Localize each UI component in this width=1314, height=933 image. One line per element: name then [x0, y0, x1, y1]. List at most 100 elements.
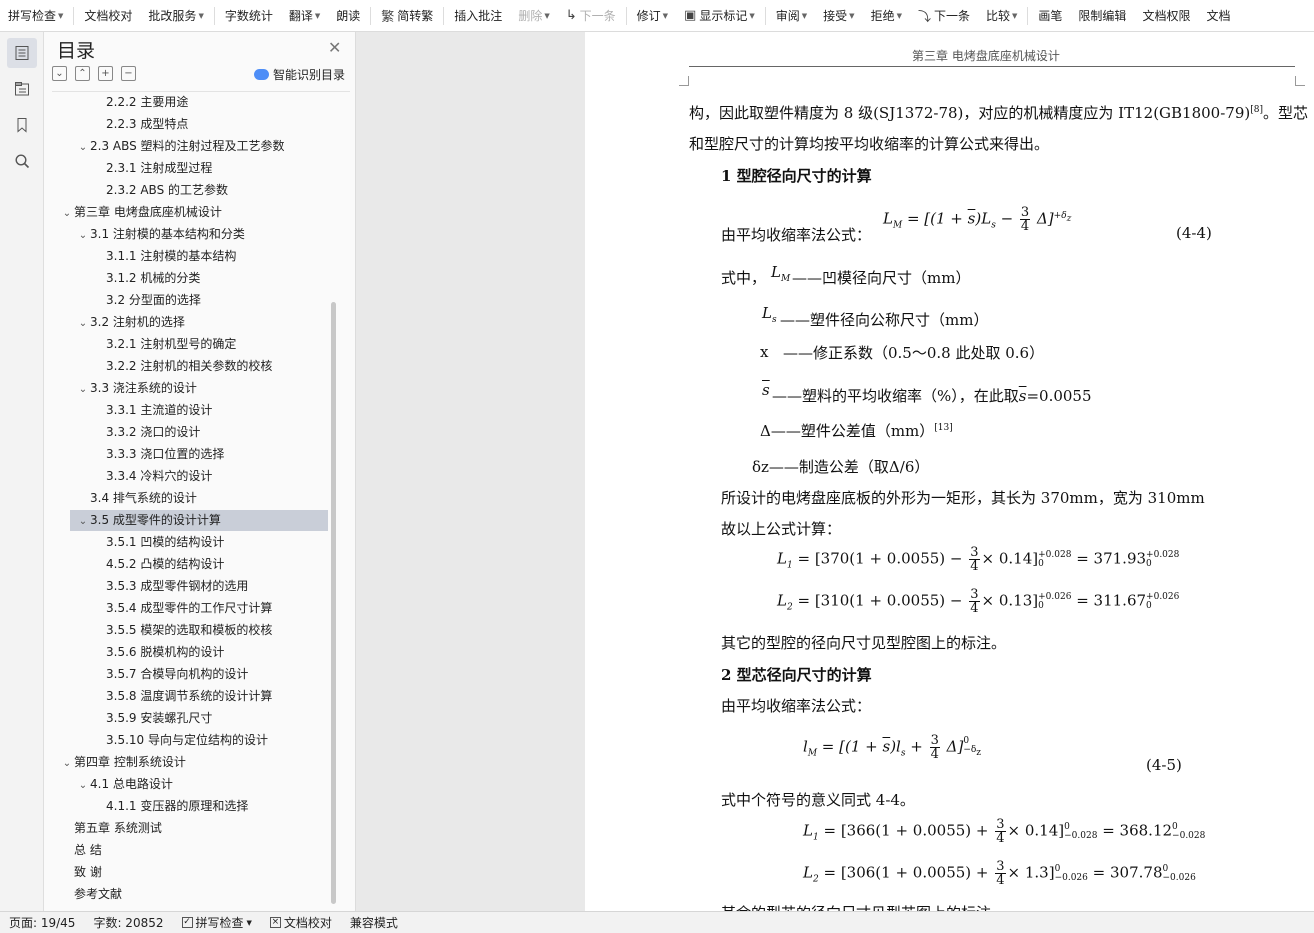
- toolbar-button[interactable]: 拼写检查 ▼: [0, 0, 71, 31]
- toc-item-label: 3.2.2 注射机的相关参数的校核: [106, 359, 273, 373]
- toc-item[interactable]: 3.5.4 成型零件的工作尺寸计算: [52, 598, 272, 619]
- formula-text: = 307.78: [1092, 863, 1163, 882]
- toc-item[interactable]: 致 谢: [52, 862, 102, 883]
- checkbox-icon: ✓: [181, 917, 193, 928]
- symbol-x: x: [760, 343, 769, 361]
- toolbar-label: 限制编辑: [1078, 9, 1127, 23]
- chevron-down-icon[interactable]: ⌄: [60, 753, 74, 774]
- toc-item[interactable]: 3.2.1 注射机型号的确定: [52, 334, 236, 355]
- toc-icon[interactable]: [6, 38, 37, 68]
- toolbar-button[interactable]: 文档: [1198, 0, 1238, 31]
- toolbar-label: 修订: [636, 9, 661, 23]
- expand-all-button[interactable]: ⌃: [75, 66, 90, 81]
- toc-item[interactable]: 2.3.2 ABS 的工艺参数: [52, 180, 228, 201]
- toolbar-button[interactable]: 修订 ▼: [629, 0, 676, 31]
- toc-item[interactable]: 3.5.8 温度调节系统的设计计算: [52, 686, 272, 707]
- toc-item[interactable]: 3.5.5 模架的选取和模板的校核: [52, 620, 272, 641]
- toolbar-button[interactable]: 文档权限: [1134, 0, 1198, 31]
- chevron-down-icon[interactable]: ⌄: [76, 313, 90, 334]
- toc-item[interactable]: ⌄ 4.1 总电路设计: [52, 774, 173, 795]
- toolbar-button[interactable]: 比较 ▼: [978, 0, 1025, 31]
- toc-item[interactable]: 4.5.2 凸模的结构设计: [52, 554, 224, 575]
- toolbar-button[interactable]: 文档校对: [76, 0, 140, 31]
- remove-heading-button[interactable]: −: [121, 66, 136, 81]
- paragraph-line: 由平均收缩率法公式：: [721, 697, 872, 715]
- toc-item-label: 3.1.2 机械的分类: [106, 271, 201, 285]
- toolbar-button[interactable]: 繁简转繁: [373, 0, 441, 31]
- toc-item[interactable]: 2.2.2 主要用途: [52, 92, 188, 113]
- toc-item[interactable]: 3.1.1 注射模的基本结构: [52, 246, 236, 267]
- chevron-down-icon[interactable]: ⌄: [76, 379, 90, 400]
- toc-item[interactable]: ⌄ 3.5 成型零件的设计计算: [70, 510, 328, 531]
- formula-L1-cavity: L1 = [370(1 + 0.0055) − 3 4 × 0.14] +0.028 0…: [777, 545, 1180, 574]
- document-page[interactable]: 第三章 电烤盘底座机械设计 构，因此取塑件精度为 8 级(SJ1372-78)，…: [585, 32, 1314, 911]
- toc-item[interactable]: 3.2.2 注射机的相关参数的校核: [52, 356, 272, 377]
- toc-item[interactable]: 3.5.6 脱模机构的设计: [52, 642, 224, 663]
- toc-item[interactable]: 第五章 系统测试: [52, 818, 162, 839]
- toc-item[interactable]: 3.2 分型面的选择: [52, 290, 201, 311]
- chevron-down-icon[interactable]: ⌄: [76, 225, 90, 246]
- toc-scrollbar[interactable]: [331, 302, 336, 904]
- toc-item[interactable]: 总 结: [52, 840, 102, 861]
- toc-item[interactable]: 4.1.1 变压器的原理和选择: [52, 796, 248, 817]
- toc-item[interactable]: 3.4 排气系统的设计: [52, 488, 197, 509]
- toolbar-button[interactable]: 插入批注: [446, 0, 510, 31]
- paragraph-line: 其余的型芯的径向尺寸见型芯图上的标注: [721, 902, 991, 911]
- toolbar-button[interactable]: 删除 ▼: [510, 0, 557, 31]
- chevron-down-icon[interactable]: ⌄: [76, 775, 90, 796]
- toolbar-button[interactable]: 朗读: [328, 0, 368, 31]
- toc-item[interactable]: ⌄ 第三章 电烤盘底座机械设计: [52, 202, 222, 223]
- toc-item[interactable]: 3.5.1 凹模的结构设计: [52, 532, 224, 553]
- smart-toc-button[interactable]: 智能识别目录: [254, 66, 345, 83]
- toc-item[interactable]: 3.5.7 合模导向机构的设计: [52, 664, 248, 685]
- search-icon[interactable]: [7, 146, 37, 176]
- toc-item[interactable]: 3.3.4 冷料穴的设计: [52, 466, 212, 487]
- toolbar-button[interactable]: 批改服务 ▼: [140, 0, 211, 31]
- symbol-LM: LM: [771, 263, 791, 284]
- toc-item[interactable]: 2.2.3 成型特点: [52, 114, 188, 135]
- spell-check-status[interactable]: ✓ 拼写检查 ▼: [173, 914, 261, 931]
- collapse-all-button[interactable]: ⌄: [52, 66, 67, 81]
- toc-item[interactable]: ⌄ 3.2 注射机的选择: [52, 312, 185, 333]
- toc-item[interactable]: 3.5.10 导向与定位结构的设计: [52, 730, 268, 751]
- toc-item[interactable]: 3.3.2 浇口的设计: [52, 422, 200, 443]
- toc-item-label: 第五章 系统测试: [74, 821, 162, 835]
- chevron-down-icon: ▼: [662, 11, 669, 20]
- navigation-icon[interactable]: [7, 74, 37, 104]
- proofread-status[interactable]: × 文档校对: [261, 914, 341, 931]
- toolbar-button[interactable]: 审阅 ▼: [768, 0, 815, 31]
- toolbar-label: 文档校对: [84, 9, 133, 23]
- toc-item[interactable]: ⌄ 第四章 控制系统设计: [52, 752, 186, 773]
- toc-item[interactable]: 3.5.9 安装螺孔尺寸: [52, 708, 212, 729]
- add-heading-button[interactable]: +: [98, 66, 113, 81]
- toolbar-label: 文档: [1206, 9, 1231, 23]
- chevron-down-icon[interactable]: ⌄: [60, 203, 74, 224]
- toolbar-separator: [1027, 6, 1029, 25]
- toolbar-button[interactable]: 接受 ▼: [815, 0, 862, 31]
- toc-item[interactable]: ⌄ 3.1 注射模的基本结构和分类: [52, 224, 245, 245]
- toolbar-button[interactable]: ⤵ 下一条: [910, 0, 978, 31]
- toolbar-button[interactable]: ▣ 显示标记 ▼: [676, 0, 763, 31]
- bookmark-icon[interactable]: [7, 110, 37, 140]
- citation: [13]: [934, 423, 953, 433]
- chevron-down-icon[interactable]: ⌄: [76, 511, 90, 532]
- toc-item[interactable]: 3.3.1 主流道的设计: [52, 400, 212, 421]
- toolbar-button[interactable]: 拒绝 ▼: [863, 0, 910, 31]
- toc-item[interactable]: ⌄ 3.3 浇注系统的设计: [52, 378, 197, 399]
- toc-item[interactable]: 3.1.2 机械的分类: [52, 268, 200, 289]
- toc-item[interactable]: 参考文献: [52, 884, 122, 905]
- word-count[interactable]: 字数: 20852: [84, 914, 172, 931]
- close-icon[interactable]: ✕: [328, 38, 341, 57]
- toolbar-button[interactable]: 画笔: [1030, 0, 1070, 31]
- toolbar-button[interactable]: 限制编辑: [1070, 0, 1134, 31]
- toc-item[interactable]: ⌄ 2.3 ABS 塑料的注射过程及工艺参数: [52, 136, 285, 157]
- toc-item[interactable]: 3.5.3 成型零件钢材的选用: [52, 576, 248, 597]
- toc-item[interactable]: 3.3.3 浇口位置的选择: [52, 444, 224, 465]
- page-indicator[interactable]: 页面: 19/45: [0, 914, 84, 931]
- toolbar-button[interactable]: ↳ 下一条: [558, 0, 624, 31]
- toolbar-button[interactable]: 字数统计: [217, 0, 281, 31]
- toc-item[interactable]: 2.3.1 注射成型过程: [52, 158, 212, 179]
- formula-L1-core: L1 = [366(1 + 0.0055) + 3 4 × 0.14] 0 −0.028…: [803, 817, 1206, 846]
- toolbar-button[interactable]: 翻译 ▼: [281, 0, 328, 31]
- chevron-down-icon[interactable]: ⌄: [76, 137, 90, 158]
